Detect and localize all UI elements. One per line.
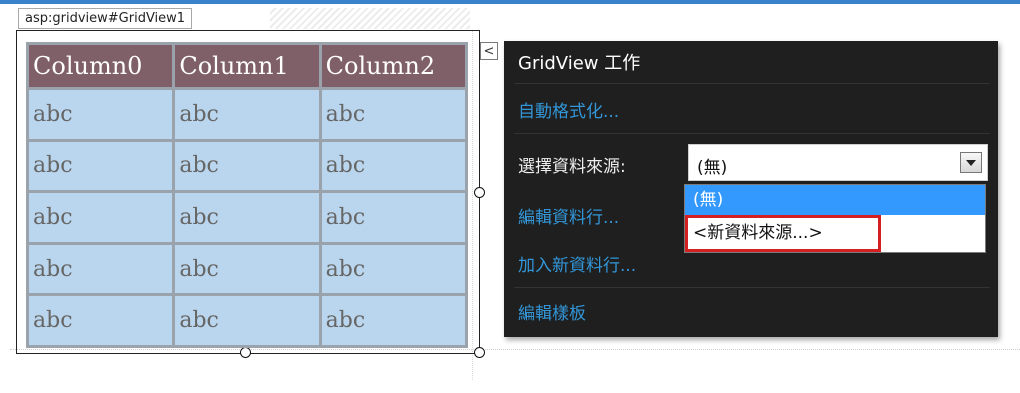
table-cell: abc xyxy=(29,193,173,242)
table-cell: abc xyxy=(175,296,319,345)
table-cell: abc xyxy=(175,244,319,294)
table-cell: abc xyxy=(321,296,465,345)
panel-title: GridView 工作 xyxy=(518,53,641,74)
resize-handle-right[interactable] xyxy=(474,187,485,198)
table-cell: abc xyxy=(29,90,173,139)
table-cell: abc xyxy=(175,90,319,139)
table-cell: abc xyxy=(321,193,465,242)
data-source-select-value: (無) xyxy=(697,158,728,178)
table-cell: abc xyxy=(29,141,173,191)
resize-handle-corner[interactable] xyxy=(474,347,485,358)
edit-columns-link[interactable]: 編輯資料行... xyxy=(518,203,619,228)
table-row: abc abc abc xyxy=(29,90,465,139)
table-cell: abc xyxy=(29,244,173,294)
edit-templates-link[interactable]: 編輯樣板 xyxy=(518,299,586,324)
table-row: abc abc abc xyxy=(29,193,465,242)
gridview-table[interactable]: Column0 Column1 Column2 abc abc abc abc … xyxy=(26,42,468,348)
panel-separator xyxy=(514,83,990,84)
control-tag-hatch xyxy=(270,8,470,29)
header-row: Column0 Column1 Column2 xyxy=(29,45,465,87)
data-source-select[interactable]: (無) xyxy=(688,144,988,181)
panel-separator xyxy=(514,133,990,134)
column-header: Column2 xyxy=(321,45,465,87)
choose-data-source-label: 選擇資料來源: xyxy=(518,157,626,177)
table-cell: abc xyxy=(321,90,465,139)
table-cell: abc xyxy=(321,141,465,191)
column-header: Column1 xyxy=(175,45,319,87)
dropdown-option-none[interactable]: (無) xyxy=(685,185,985,215)
control-tag-label[interactable]: asp:gridview#GridView1 xyxy=(18,8,193,29)
table-cell: abc xyxy=(321,244,465,294)
chevron-down-icon[interactable] xyxy=(960,152,982,173)
resize-handle-bottom[interactable] xyxy=(240,347,251,358)
add-column-link[interactable]: 加入新資料行... xyxy=(518,251,636,276)
table-row: abc abc abc xyxy=(29,296,465,345)
table-cell: abc xyxy=(175,141,319,191)
highlight-box xyxy=(685,215,881,252)
top-accent-line xyxy=(0,0,1020,4)
table-row: abc abc abc xyxy=(29,141,465,191)
column-header: Column0 xyxy=(29,45,173,87)
auto-format-link[interactable]: 自動格式化... xyxy=(518,97,619,122)
panel-separator xyxy=(514,287,990,288)
table-row: abc abc abc xyxy=(29,244,465,294)
table-cell: abc xyxy=(29,296,173,345)
table-cell: abc xyxy=(175,193,319,242)
smart-tag-collapse-button[interactable]: < xyxy=(480,42,498,60)
